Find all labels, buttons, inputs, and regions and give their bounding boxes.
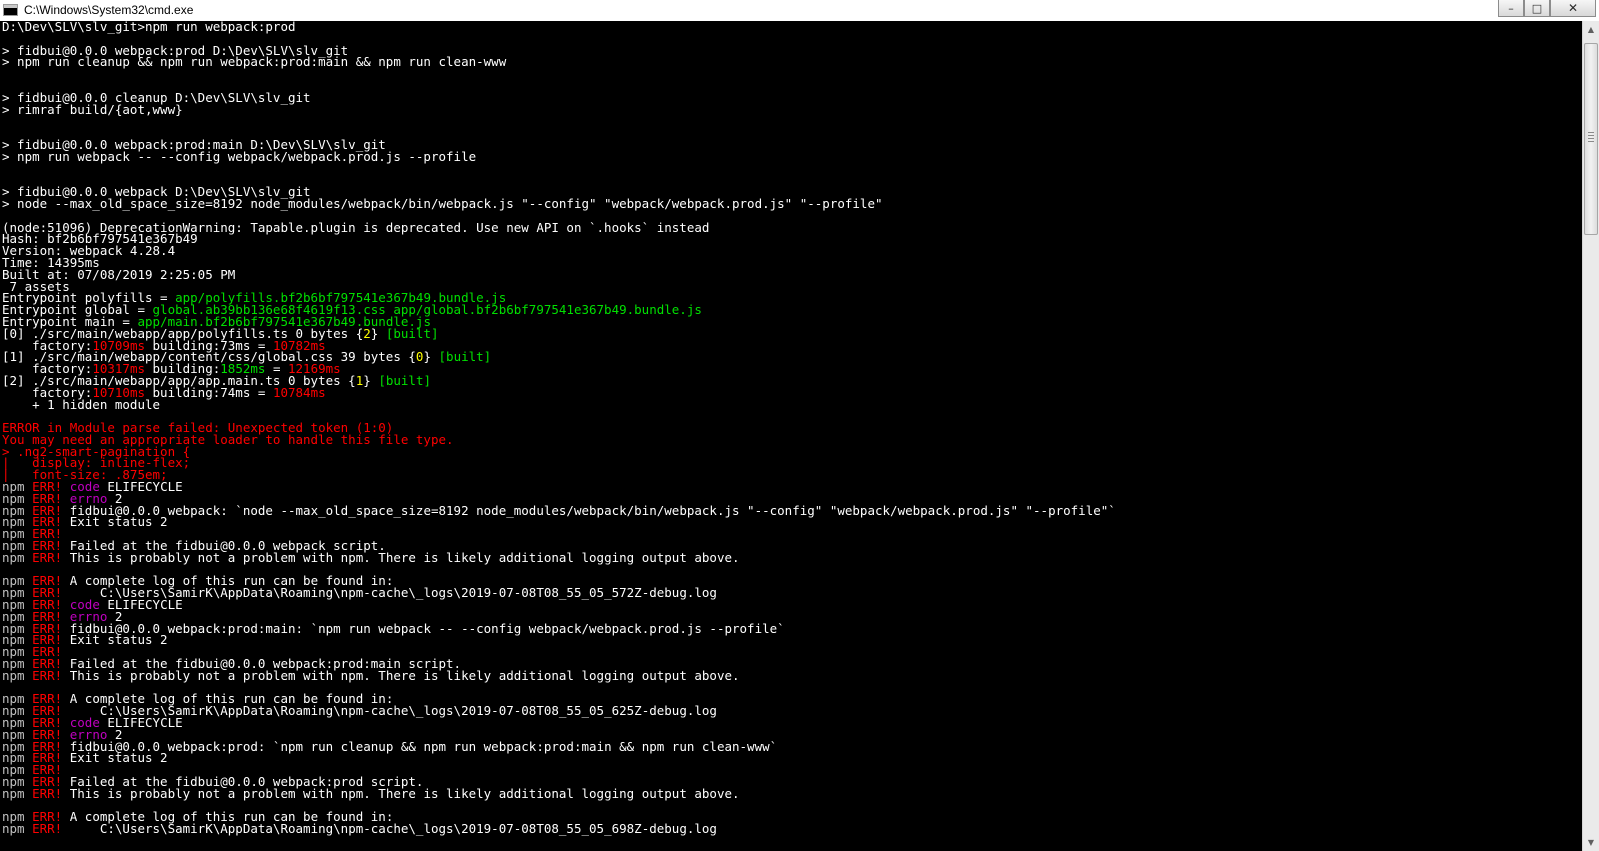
console-line: npm ERR! code ELIFECYCLE [2, 716, 1116, 729]
console-text-segment: + 1 hidden module [2, 396, 161, 412]
scrollbar-thumb[interactable] [1584, 43, 1598, 235]
console-line: npm ERR! fidbui@0.0.0 webpack:prod: `npm… [2, 738, 1116, 754]
console-text-segment: [built] [378, 372, 431, 388]
scroll-up-arrow-icon[interactable]: ▲ [1583, 21, 1599, 38]
console-line: > npm run cleanup && npm run webpack:pro… [2, 54, 1116, 70]
console-output-area[interactable]: D:\Dev\SLV\slv_git>npm run webpack:prod … [0, 21, 1582, 851]
console-line: + 1 hidden module [2, 396, 1116, 412]
console-line: factory:10710ms building:74ms = 10784ms [2, 384, 1116, 400]
console-lines: D:\Dev\SLV\slv_git>npm run webpack:prod … [2, 21, 1116, 835]
console-text-segment: building:74ms = [145, 384, 273, 400]
cmd-console-icon[interactable] [3, 4, 18, 16]
console-line: > node --max_old_space_size=8192 node_mo… [2, 195, 1116, 211]
thumb-grip [1588, 141, 1594, 142]
console-line: > npm run webpack -- --config webpack/we… [2, 148, 1116, 164]
console-line: npm ERR! fidbui@0.0.0 webpack: `node --m… [2, 502, 1116, 518]
window-controls: – □ ✕ [1498, 0, 1596, 18]
window-title-bar[interactable]: C:\Windows\System32\cmd.exe – □ ✕ [0, 0, 1599, 21]
console-text-segment: npm [2, 821, 33, 837]
vertical-scrollbar[interactable]: ▲ ▼ [1582, 21, 1599, 851]
console-text-segment: fidbui@0.0.0 webpack:prod:main: `npm run… [62, 620, 785, 636]
console-text-segment: Exit status 2 [62, 632, 168, 648]
console-text-segment: [built] [438, 349, 492, 365]
console-line: npm ERR! Exit status 2 [2, 514, 1116, 530]
console-line: npm ERR! code ELIFECYCLE [2, 598, 1116, 611]
maximize-button[interactable]: □ [1524, 0, 1550, 17]
console-line: npm ERR! fidbui@0.0.0 webpack:prod:main:… [2, 620, 1116, 636]
console-text-segment: This is probably not a problem with npm.… [62, 785, 740, 801]
thumb-grip [1588, 132, 1594, 133]
console-text-segment: ERR! [32, 785, 63, 801]
console-line: npm ERR! Exit status 2 [2, 750, 1116, 766]
console-line: D:\Dev\SLV\slv_git>npm run webpack:prod [2, 21, 1116, 33]
console-text-segment: This is probably not a problem with npm.… [62, 667, 740, 683]
console-text-segment: } [363, 372, 379, 388]
console-text-segment: > npm run webpack -- --config webpack/we… [2, 148, 477, 164]
console-text-segment: ERR! [32, 549, 63, 565]
console-text-segment: fidbui@0.0.0 webpack: `node --max_old_sp… [62, 502, 1116, 518]
close-button[interactable]: ✕ [1550, 0, 1596, 17]
console-text-segment: } [370, 325, 386, 341]
console-text-segment: > rimraf build/{aot,www} [2, 101, 183, 117]
console-line: npm ERR! C:\Users\SamirK\AppData\Roaming… [2, 821, 1116, 837]
console-line: | display: inline-flex; [2, 457, 1116, 470]
console-text-segment: } [423, 349, 439, 365]
console-text-segment: > node --max_old_space_size=8192 node_mo… [2, 195, 883, 211]
console-line: Built at: 07/08/2019 2:25:05 PM [2, 268, 1116, 281]
console-text-segment: Exit status 2 [62, 750, 168, 766]
console-text-segment: fidbui@0.0.0 webpack:prod: `npm run clea… [62, 738, 778, 754]
console-text-segment: This is probably not a problem with npm.… [62, 549, 740, 565]
console-text-segment: C:\Users\SamirK\AppData\Roaming\npm-cach… [62, 821, 717, 837]
console-text-segment: 10784ms [272, 384, 326, 400]
console-line: npm ERR! This is probably not a problem … [2, 785, 1116, 801]
console-line: > rimraf build/{aot,www} [2, 101, 1116, 117]
console-text-segment: D:\Dev\SLV\slv_git>npm run webpack:prod [2, 21, 296, 34]
console-line: Version: webpack 4.28.4 [2, 244, 1116, 257]
console-line: npm ERR! Exit status 2 [2, 632, 1116, 648]
console-line: npm ERR! code ELIFECYCLE [2, 480, 1116, 493]
console-text-segment: ERR! [32, 667, 63, 683]
minimize-button[interactable]: – [1498, 0, 1524, 17]
scroll-down-arrow-icon[interactable]: ▼ [1583, 834, 1599, 851]
window-title: C:\Windows\System32\cmd.exe [24, 3, 194, 17]
console-line: npm ERR! This is probably not a problem … [2, 549, 1116, 565]
console-text-segment: [built] [385, 325, 439, 341]
console-text-segment: ERR! [32, 821, 63, 837]
console-text-segment: 2 [363, 325, 371, 341]
thumb-grip [1588, 135, 1594, 136]
console-text-segment: Exit status 2 [62, 514, 168, 530]
thumb-grip [1588, 138, 1594, 139]
console-line: npm ERR! This is probably not a problem … [2, 667, 1116, 683]
console-text-segment: > npm run cleanup && npm run webpack:pro… [2, 54, 507, 70]
